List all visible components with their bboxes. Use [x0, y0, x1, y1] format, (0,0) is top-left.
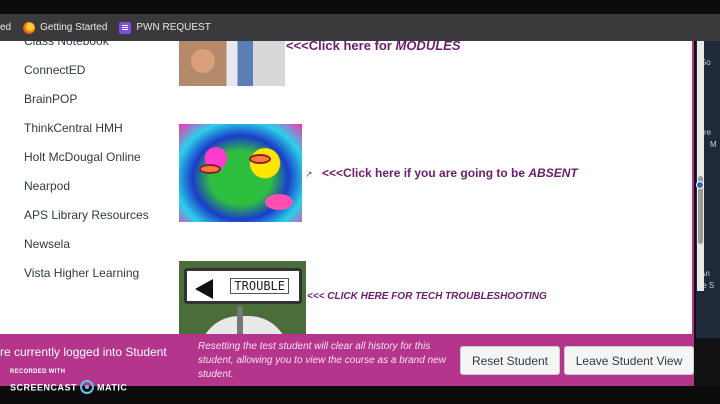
bookmark-partial[interactable]: ed	[0, 22, 11, 33]
screencast-logo-icon	[80, 380, 95, 394]
tech-troubleshooting-link[interactable]: <<< CLICK HERE FOR TECH TROUBLESHOOTING	[307, 291, 547, 302]
nav-item-aps-library[interactable]: APS Library Resources	[24, 207, 164, 223]
face-lips	[265, 194, 293, 210]
cursor-icon	[696, 181, 704, 189]
modules-link-emphasis: MODULES	[395, 41, 461, 53]
forms-icon	[119, 21, 132, 34]
arrow-left-icon	[195, 279, 213, 299]
nav-item-vista-higher-learning[interactable]: Vista Higher Learning	[24, 265, 164, 281]
absent-link-emphasis: ABSENT	[528, 166, 578, 180]
reset-student-button[interactable]: Reset Student	[460, 346, 560, 375]
nav-item-holt-mcdougal[interactable]: Holt McDougal Online	[24, 149, 164, 165]
reset-description: Resetting the test student will clear al…	[198, 341, 446, 380]
absent-link[interactable]: <<<Click here if you are going to be ABS…	[322, 166, 578, 180]
top-strip	[0, 0, 720, 14]
absent-image[interactable]	[179, 124, 302, 222]
nav-item-nearpod[interactable]: Nearpod	[24, 178, 164, 194]
nav-item-class-notebook[interactable]: Class Notebook	[24, 41, 164, 49]
watermark-recorded-with: RECORDED WITH	[10, 369, 66, 375]
student-view-status: re currently logged into Student	[0, 345, 167, 359]
external-link-icon: ↗	[305, 169, 313, 179]
firefox-icon	[23, 21, 36, 34]
course-nav: Class Notebook ConnectED BrainPOP ThinkC…	[24, 41, 164, 294]
bookmark-pwn-request[interactable]: PWN REQUEST	[119, 21, 211, 34]
screencast-watermark: RECORDED WITH SCREENCAST MATIC	[0, 367, 140, 404]
bookmarks-bar: ed Getting Started PWN REQUEST	[0, 14, 720, 41]
face-eye-left	[199, 164, 221, 174]
leave-student-view-button[interactable]: Leave Student View	[564, 346, 694, 375]
watermark-brand: SCREENCAST MATIC	[10, 380, 127, 395]
modules-link[interactable]: <<<Click here for MODULES	[286, 41, 460, 53]
trouble-sign: TROUBLE	[184, 268, 302, 304]
trouble-image[interactable]: TROUBLE	[179, 261, 306, 338]
modules-image[interactable]	[179, 41, 285, 86]
course-page: Class Notebook ConnectED BrainPOP ThinkC…	[0, 41, 694, 338]
scrollbar-track[interactable]	[697, 41, 704, 291]
trouble-sign-text: TROUBLE	[230, 278, 289, 294]
bookmark-getting-started[interactable]: Getting Started	[23, 21, 107, 34]
nav-item-connected[interactable]: ConnectED	[24, 62, 164, 78]
nav-item-brainpop[interactable]: BrainPOP	[24, 91, 164, 107]
nav-item-thinkcentral[interactable]: ThinkCentral HMH	[24, 120, 164, 136]
nav-item-newsela[interactable]: Newsela	[24, 236, 164, 252]
face-eye-right	[249, 154, 271, 164]
peek-text: M	[710, 140, 717, 149]
